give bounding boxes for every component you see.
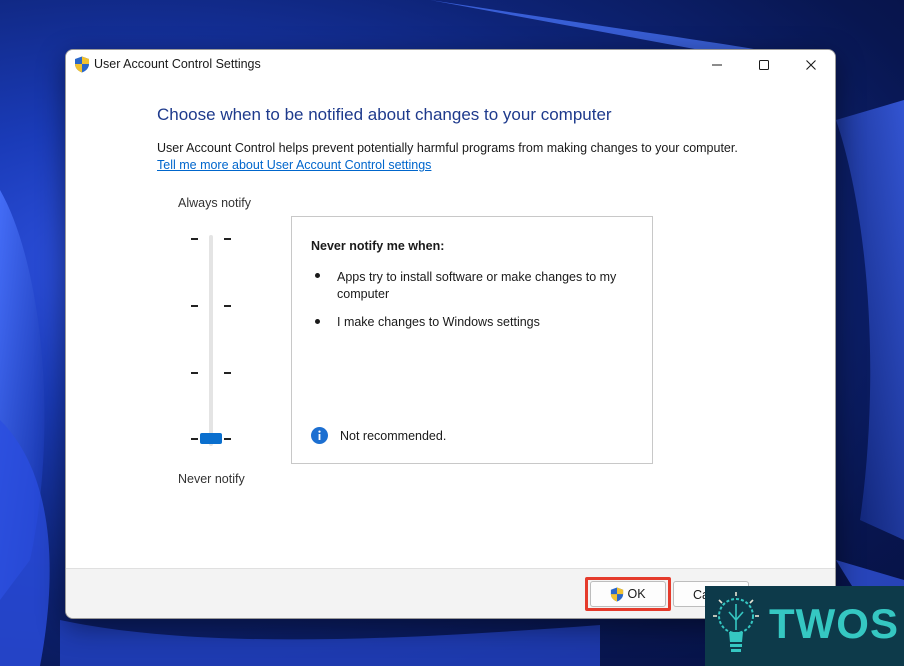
slider-tick: [191, 438, 198, 440]
slider-tick: [191, 238, 198, 240]
window-title: User Account Control Settings: [94, 57, 261, 71]
minimize-icon: [712, 64, 722, 66]
uac-shield-icon: [75, 56, 89, 73]
ok-button[interactable]: OK: [590, 581, 666, 607]
uac-shield-icon: [611, 587, 624, 601]
close-button[interactable]: [788, 50, 834, 80]
slider-thumb[interactable]: [200, 433, 222, 444]
uac-settings-window: User Account Control Settings Choose whe…: [65, 49, 836, 619]
maximize-button[interactable]: [741, 50, 787, 80]
page-title: Choose when to be notified about changes…: [157, 105, 612, 124]
notification-level-slider[interactable]: [186, 228, 246, 450]
slider-tick: [191, 372, 198, 374]
watermark: TWOS: [705, 586, 904, 666]
watermark-brand: TWOS: [769, 600, 899, 647]
learn-more-link[interactable]: Tell me more about User Account Control …: [157, 158, 431, 172]
info-icon: [311, 427, 328, 444]
dialog-content: Choose when to be notified about changes…: [66, 80, 835, 568]
slider-tick: [191, 305, 198, 307]
list-item: Apps try to install software or make cha…: [337, 270, 617, 301]
minimize-button[interactable]: [694, 50, 740, 80]
bullet-icon: [315, 273, 320, 278]
slider-tick: [224, 438, 231, 440]
ok-button-label: OK: [627, 587, 646, 601]
description-text: User Account Control helps prevent poten…: [157, 141, 738, 155]
bullet-icon: [315, 319, 320, 324]
slider-tick: [224, 238, 231, 240]
slider-track[interactable]: [209, 235, 213, 446]
maximize-icon: [759, 60, 769, 70]
warning-note: Not recommended.: [340, 429, 447, 443]
slider-tick: [224, 372, 231, 374]
title-bar[interactable]: User Account Control Settings: [66, 50, 835, 80]
never-notify-label: Never notify: [178, 472, 245, 486]
close-icon: [806, 60, 816, 70]
list-item: I make changes to Windows settings: [337, 315, 540, 329]
slider-tick: [224, 305, 231, 307]
lightbulb-logo-icon: [713, 592, 759, 652]
level-description-box: Never notify me when: Apps try to instal…: [291, 216, 653, 464]
info-box-title: Never notify me when:: [311, 239, 445, 253]
always-notify-label: Always notify: [178, 196, 251, 210]
